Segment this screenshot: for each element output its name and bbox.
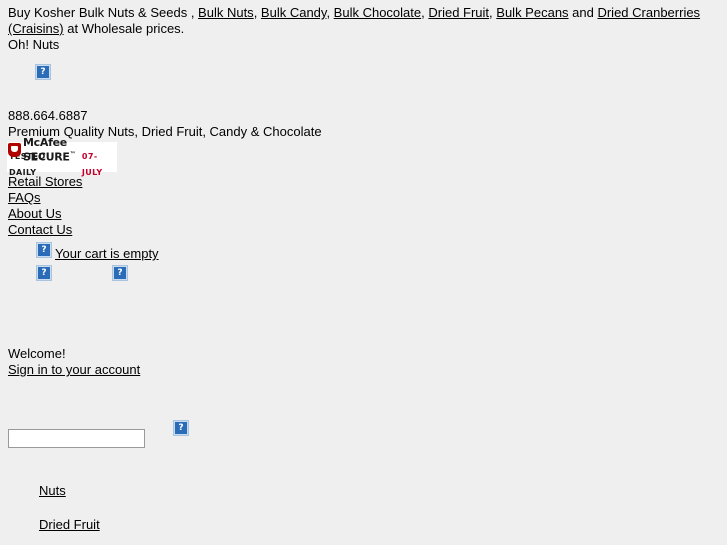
broken-image-glyph: ? <box>175 422 187 434</box>
tagline-link-dried-fruit[interactable]: Dried Fruit <box>428 5 489 20</box>
mcafee-secure-badge[interactable]: McAfee SECURE™ TESTED DAILY 07-JULY <box>7 136 117 177</box>
tagline-tail: at Wholesale prices. <box>63 21 185 36</box>
page-root: Buy Kosher Bulk Nuts & Seeds , Bulk Nuts… <box>0 0 727 545</box>
nav-item-retail-stores[interactable]: Retail Stores <box>8 174 82 190</box>
signin-area: Sign in to your account <box>8 362 140 378</box>
tagline-sep-1: , <box>253 5 261 20</box>
category-link-dried-fruit[interactable]: Dried Fruit <box>39 517 100 532</box>
seo-tagline: Buy Kosher Bulk Nuts & Seeds , Bulk Nuts… <box>8 5 720 53</box>
utility-nav: Retail Stores FAQs About Us Contact Us <box>8 174 82 238</box>
tagline-link-bulk-nuts[interactable]: Bulk Nuts <box>198 5 254 20</box>
signin-link[interactable]: Sign in to your account <box>8 362 140 377</box>
tagline-and: and <box>568 5 598 20</box>
logo-broken-image-icon[interactable]: ? <box>35 64 51 80</box>
category-dried-fruit: Dried Fruit <box>39 517 100 533</box>
broken-image-glyph: ? <box>38 267 50 279</box>
search-button-broken-image-icon[interactable]: ? <box>173 420 189 436</box>
mcafee-badge-bottom: TESTED DAILY 07-JULY <box>7 152 117 177</box>
cart-broken-image-icon[interactable]: ? <box>36 242 52 258</box>
shield-icon <box>8 143 21 157</box>
tagline-link-bulk-pecans[interactable]: Bulk Pecans <box>496 5 568 20</box>
tagline-sep-2: , <box>326 5 334 20</box>
cart-status-link[interactable]: Your cart is empty <box>55 246 159 261</box>
cart-status: Your cart is empty <box>55 246 159 262</box>
category-link-nuts[interactable]: Nuts <box>39 483 66 498</box>
tagline-link-bulk-candy[interactable]: Bulk Candy <box>261 5 327 20</box>
broken-image-glyph: ? <box>114 267 126 279</box>
mcafee-date: 07-JULY <box>81 151 103 177</box>
tagline-link-bulk-chocolate[interactable]: Bulk Chocolate <box>334 5 421 20</box>
nav-item-faqs[interactable]: FAQs <box>8 190 82 206</box>
welcome-text: Welcome! <box>8 346 66 361</box>
broken-image-glyph: ? <box>38 244 50 256</box>
nav-item-about-us[interactable]: About Us <box>8 206 82 222</box>
category-nuts: Nuts <box>39 483 66 499</box>
brand-name: Oh! Nuts <box>8 37 60 52</box>
search-input[interactable] <box>8 429 145 448</box>
cart-tertiary-broken-image-icon[interactable]: ? <box>112 265 128 281</box>
nav-item-contact-us[interactable]: Contact Us <box>8 222 82 238</box>
tagline-lead: Buy Kosher Bulk Nuts & Seeds , <box>8 5 199 20</box>
cart-secondary-broken-image-icon[interactable]: ? <box>36 265 52 281</box>
broken-image-glyph: ? <box>37 66 49 78</box>
phone-number: 888.664.6887 <box>8 108 88 123</box>
